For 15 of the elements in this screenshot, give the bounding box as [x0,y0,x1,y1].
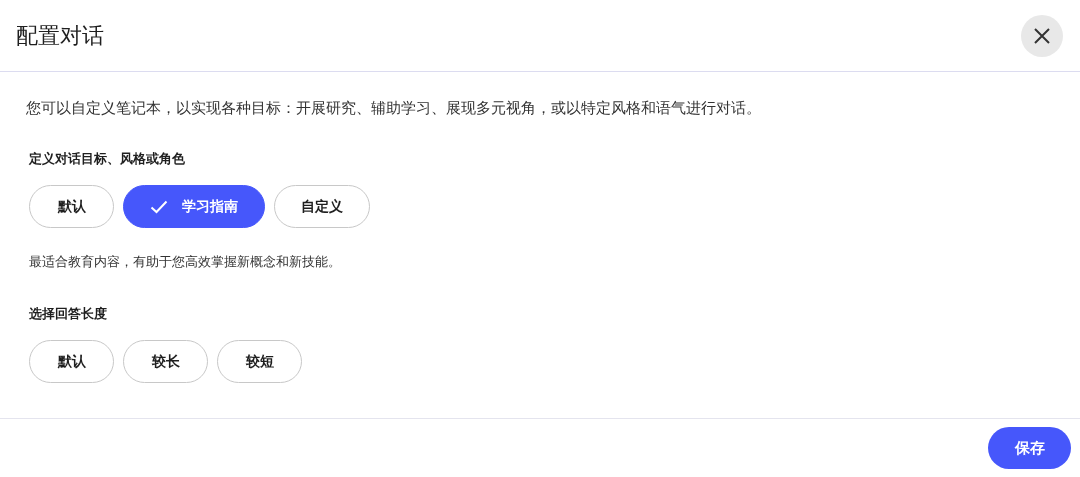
save-button[interactable]: 保存 [988,427,1071,469]
dialog-title: 配置对话 [16,22,104,50]
section-label: 选择回答长度 [29,304,108,323]
option-chip[interactable]: 默认 [29,185,114,228]
option-chip[interactable]: 较长 [123,340,208,383]
option-chip[interactable]: 默认 [29,340,114,383]
option-chip[interactable]: 学习指南 [123,185,265,228]
close-icon [1034,27,1050,44]
option-chip[interactable]: 自定义 [274,185,370,228]
option-chip[interactable]: 较短 [217,340,302,383]
description-text: 您可以自定义笔记本，以实现各种目标：开展研究、辅助学习、展现多元视角，或以特定风格和语气进行对话。 [26,98,762,118]
hint-text: 最适合教育内容，有助于您高效掌握新概念和新技能。 [29,253,342,271]
section-label: 定义对话目标、风格或角色 [29,149,186,168]
close-button[interactable] [1021,14,1063,57]
check-icon [150,199,168,214]
